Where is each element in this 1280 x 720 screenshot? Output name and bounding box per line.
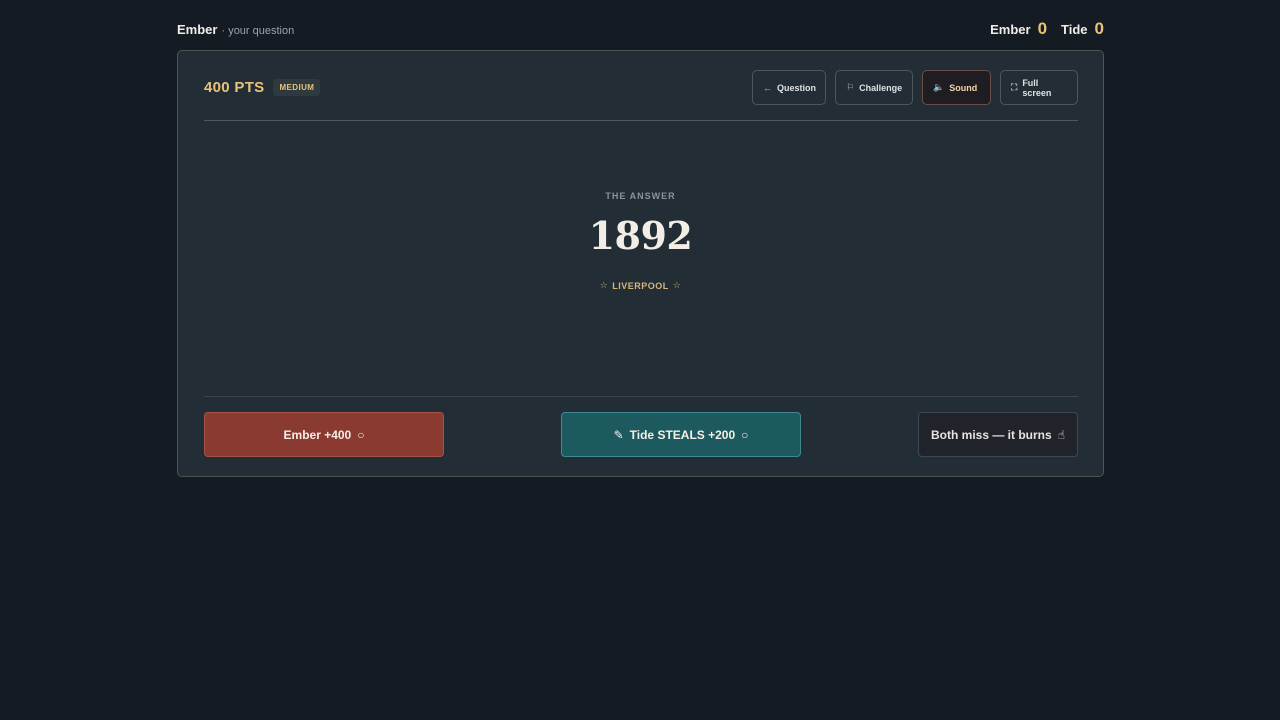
flag-icon: ⚐: [846, 82, 855, 92]
score-tide-value: 0: [1094, 19, 1104, 38]
circle-icon: ○: [741, 427, 749, 442]
back-to-question-button[interactable]: ← Question: [752, 70, 826, 105]
fullscreen-button[interactable]: ⛶ Full screen: [1000, 70, 1078, 105]
award-tide-label: Tide STEALS +200: [629, 427, 736, 442]
award-tide-steal-button[interactable]: ✎ Tide STEALS +200 ○: [561, 412, 801, 457]
star-icon: ☆: [599, 280, 609, 290]
score-ember: Ember 0: [990, 19, 1047, 39]
award-ember-button[interactable]: Ember +400 ○: [204, 412, 444, 457]
sound-label: Sound: [949, 82, 978, 93]
both-miss-button[interactable]: Both miss — it burns ☝: [918, 412, 1078, 457]
star-icon: ☆: [672, 280, 682, 290]
answer-value: 1892: [588, 213, 693, 258]
question-card: 400 PTS MEDIUM ← Question ⚐ Challenge 🔈 …: [177, 50, 1104, 477]
turn-team: Ember: [177, 21, 218, 37]
circle-icon: ○: [357, 427, 365, 442]
arrow-left-icon: ←: [763, 82, 772, 93]
score-tide-name: Tide: [1061, 21, 1088, 37]
header-divider: [204, 120, 1078, 121]
answer-panel: THE ANSWER 1892 ☆ LIVERPOOL ☆: [178, 191, 1103, 291]
card-actions: ← Question ⚐ Challenge 🔈 Sound ⛶ Full sc…: [752, 70, 1078, 105]
challenge-button[interactable]: ⚐ Challenge: [835, 70, 913, 105]
footer-divider: [204, 396, 1078, 397]
back-to-question-label: Question: [777, 82, 817, 93]
turn-indicator: Ember · your question: [177, 22, 294, 37]
points-value: 400 PTS: [204, 79, 265, 96]
flame-icon: ☝: [1057, 427, 1065, 442]
difficulty-badge: MEDIUM: [273, 79, 321, 96]
answer-source-label: LIVERPOOL: [612, 280, 669, 291]
pencil-icon: ✎: [613, 427, 624, 442]
fullscreen-icon: ⛶: [1011, 82, 1018, 92]
award-ember-label: Ember +400: [283, 427, 352, 442]
both-miss-label: Both miss — it burns: [931, 427, 1052, 442]
challenge-label: Challenge: [859, 82, 903, 93]
score-ember-value: 0: [1037, 19, 1048, 38]
score-tide: Tide 0: [1061, 19, 1104, 39]
card-header: 400 PTS MEDIUM ← Question ⚐ Challenge 🔈 …: [204, 70, 1078, 105]
speaker-icon: 🔈: [933, 82, 945, 92]
sound-toggle-button[interactable]: 🔈 Sound: [922, 70, 991, 105]
fullscreen-label: Full screen: [1022, 77, 1052, 98]
answer-eyebrow: THE ANSWER: [605, 191, 676, 201]
answer-source: ☆ LIVERPOOL ☆: [600, 280, 682, 291]
top-bar: Ember · your question Ember 0 Tide 0: [177, 18, 1104, 40]
points-group: 400 PTS MEDIUM: [204, 79, 321, 96]
scoreboard: Ember 0 Tide 0: [990, 19, 1104, 39]
score-ember-name: Ember: [990, 21, 1031, 37]
turn-subtitle: · your question: [221, 24, 295, 37]
